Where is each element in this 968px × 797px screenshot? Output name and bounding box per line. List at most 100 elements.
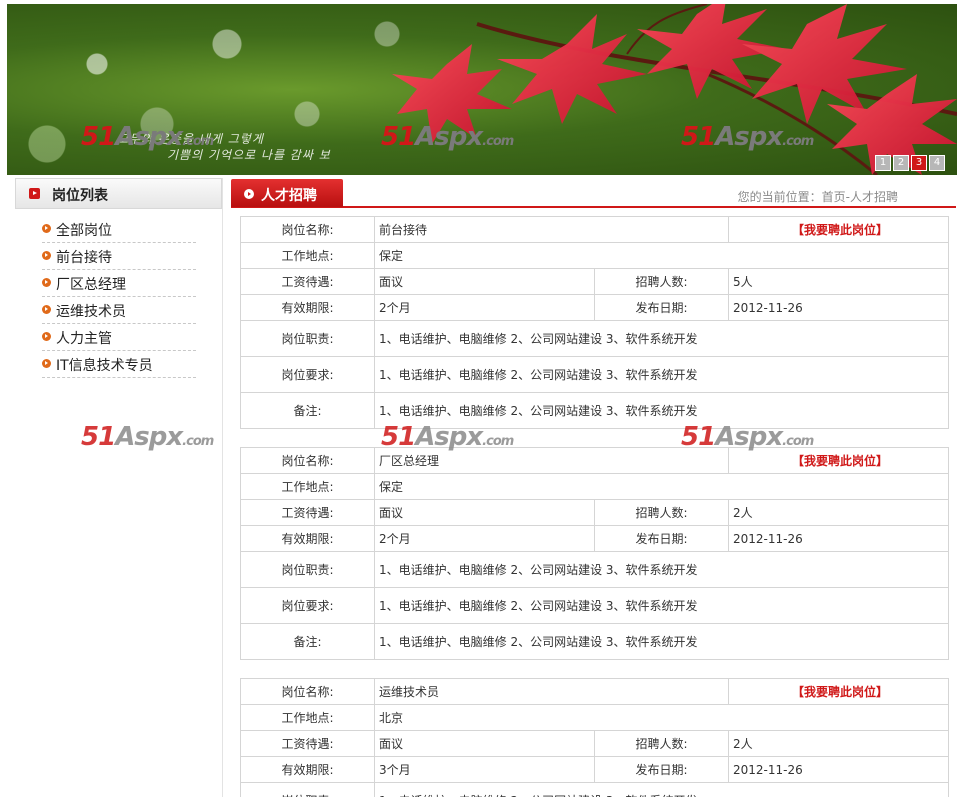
label-publish-date: 发布日期: [593,294,730,321]
job-location: 北京 [373,704,950,731]
table-row: 工资待遇: 面议 招聘人数: 2人 [240,499,950,526]
header-banner: 모두의 은총을 내게 그렇게 기쁨의 기억으로 나를 감싸 보 51Aspx.c… [7,4,957,175]
arrow-bullet-icon [42,251,51,260]
table-row: 有效期限: 3个月 发布日期: 2012-11-26 [240,756,950,783]
section-title: 人才招聘 [261,188,317,204]
job-headcount: 2人 [728,730,950,757]
label-validity: 有效期限: [240,294,375,321]
job-publish-date: 2012-11-26 [728,756,950,783]
table-row: 岗位要求: 1、电话维护、电脑维修 2、公司网站建设 3、软件系统开发 [240,587,950,624]
sidebar-item-hr-supervisor[interactable]: 人力主管 [42,325,196,351]
job-card: 岗位名称: 厂区总经理 【我要聘此岗位】 工作地点: 保定 工资待遇: 面议 招… [240,447,950,660]
sidebar-item-all[interactable]: 全部岗位 [42,217,196,243]
table-row: 岗位职责: 1、电话维护、电脑维修 2、公司网站建设 3、软件系统开发 [240,782,950,797]
sidebar-header: 岗位列表 [15,178,222,209]
job-remark: 1、电话维护、电脑维修 2、公司网站建设 3、软件系统开发 [373,392,950,429]
sidebar-title: 岗位列表 [52,188,108,204]
label-publish-date: 发布日期: [593,756,730,783]
label-publish-date: 发布日期: [593,525,730,552]
table-row: 有效期限: 2个月 发布日期: 2012-11-26 [240,525,950,552]
sidebar-item-link[interactable]: 全部岗位 [56,220,112,240]
pager-button-4[interactable]: 4 [929,155,945,171]
arrow-bullet-icon [42,305,51,314]
job-location: 保定 [373,473,950,500]
label-headcount: 招聘人数: [593,730,730,757]
label-validity: 有效期限: [240,756,375,783]
sidebar-item-link[interactable]: 人力主管 [56,328,112,348]
job-name: 前台接待 [373,216,730,243]
sidebar-item-link[interactable]: 厂区总经理 [56,274,126,294]
job-validity: 2个月 [374,294,595,321]
table-row: 有效期限: 2个月 发布日期: 2012-11-26 [240,294,950,321]
job-requirement: 1、电话维护、电脑维修 2、公司网站建设 3、软件系统开发 [373,587,950,624]
job-requirement: 1、电话维护、电脑维修 2、公司网站建设 3、软件系统开发 [373,356,950,393]
apply-job-link[interactable]: 【我要聘此岗位】 [792,685,888,699]
job-salary: 面议 [374,268,595,295]
pager-button-1[interactable]: 1 [875,155,891,171]
apply-cell: 【我要聘此岗位】 [728,678,950,705]
banner-pager: 1 2 3 4 [875,155,945,171]
sidebar-item-link[interactable]: IT信息技术专员 [56,355,153,375]
job-salary: 面议 [374,730,595,757]
sidebar-item-reception[interactable]: 前台接待 [42,244,196,270]
table-row: 岗位名称: 厂区总经理 【我要聘此岗位】 [240,447,950,474]
table-row: 工作地点: 保定 [240,473,950,500]
arrow-bullet-icon [42,278,51,287]
label-remark: 备注: [240,392,375,429]
table-row: 工资待遇: 面议 招聘人数: 5人 [240,268,950,295]
table-row: 岗位要求: 1、电话维护、电脑维修 2、公司网站建设 3、软件系统开发 [240,356,950,393]
label-duty: 岗位职责: [240,551,375,588]
table-row: 岗位职责: 1、电话维护、电脑维修 2、公司网站建设 3、软件系统开发 [240,320,950,357]
label-requirement: 岗位要求: [240,587,375,624]
label-location: 工作地点: [240,242,375,269]
job-headcount: 5人 [728,268,950,295]
job-card: 岗位名称: 运维技术员 【我要聘此岗位】 工作地点: 北京 工资待遇: 面议 招… [240,678,950,797]
arrow-bullet-icon [42,359,51,368]
arrow-bullet-icon [42,224,51,233]
job-duty: 1、电话维护、电脑维修 2、公司网站建设 3、软件系统开发 [373,782,950,797]
watermark-logo: 51Aspx.com [381,122,514,152]
play-bullet-icon [29,188,40,199]
job-name: 厂区总经理 [373,447,730,474]
job-headcount: 2人 [728,499,950,526]
table-row: 岗位名称: 前台接待 【我要聘此岗位】 [240,216,950,243]
label-salary: 工资待遇: [240,268,375,295]
pager-button-2[interactable]: 2 [893,155,909,171]
sidebar-item-plant-manager[interactable]: 厂区总经理 [42,271,196,297]
label-headcount: 招聘人数: [593,268,730,295]
job-name: 运维技术员 [373,678,730,705]
apply-cell: 【我要聘此岗位】 [728,216,950,243]
watermark-logo: 51Aspx.com [81,122,214,152]
sidebar-item-it-specialist[interactable]: IT信息技术专员 [42,352,196,378]
sidebar-item-ops-tech[interactable]: 运维技术员 [42,298,196,324]
apply-job-link[interactable]: 【我要聘此岗位】 [792,454,888,468]
label-duty: 岗位职责: [240,782,375,797]
job-validity: 3个月 [374,756,595,783]
job-duty: 1、电话维护、电脑维修 2、公司网站建设 3、软件系统开发 [373,320,950,357]
table-row: 工作地点: 保定 [240,242,950,269]
label-name: 岗位名称: [240,447,375,474]
label-name: 岗位名称: [240,678,375,705]
apply-job-link[interactable]: 【我要聘此岗位】 [792,223,888,237]
job-validity: 2个月 [374,525,595,552]
breadcrumb: 您的当前位置：首页-人才招聘 [737,190,898,204]
table-row: 备注: 1、电话维护、电脑维修 2、公司网站建设 3、软件系统开发 [240,623,950,660]
pager-button-3[interactable]: 3 [911,155,927,171]
table-row: 岗位职责: 1、电话维护、电脑维修 2、公司网站建设 3、软件系统开发 [240,551,950,588]
sidebar-item-link[interactable]: 前台接待 [56,247,112,267]
label-location: 工作地点: [240,473,375,500]
label-validity: 有效期限: [240,525,375,552]
sidebar: 岗位列表 全部岗位 前台接待 厂区总经理 运维技术员 人力主管 IT信息技术专员 [15,178,223,797]
job-card: 岗位名称: 前台接待 【我要聘此岗位】 工作地点: 保定 工资待遇: 面议 招聘… [240,216,950,429]
table-row: 备注: 1、电话维护、电脑维修 2、公司网站建设 3、软件系统开发 [240,392,950,429]
play-circle-icon [244,189,254,199]
table-row: 岗位名称: 运维技术员 【我要聘此岗位】 [240,678,950,705]
arrow-bullet-icon [42,332,51,341]
label-headcount: 招聘人数: [593,499,730,526]
sidebar-item-link[interactable]: 运维技术员 [56,301,126,321]
apply-cell: 【我要聘此岗位】 [728,447,950,474]
main-content: 人才招聘 您的当前位置：首页-人才招聘 岗位名称: 前台接待 【我要聘此岗位】 … [231,178,956,797]
section-header: 人才招聘 您的当前位置：首页-人才招聘 [231,178,956,208]
label-salary: 工资待遇: [240,499,375,526]
job-salary: 面议 [374,499,595,526]
